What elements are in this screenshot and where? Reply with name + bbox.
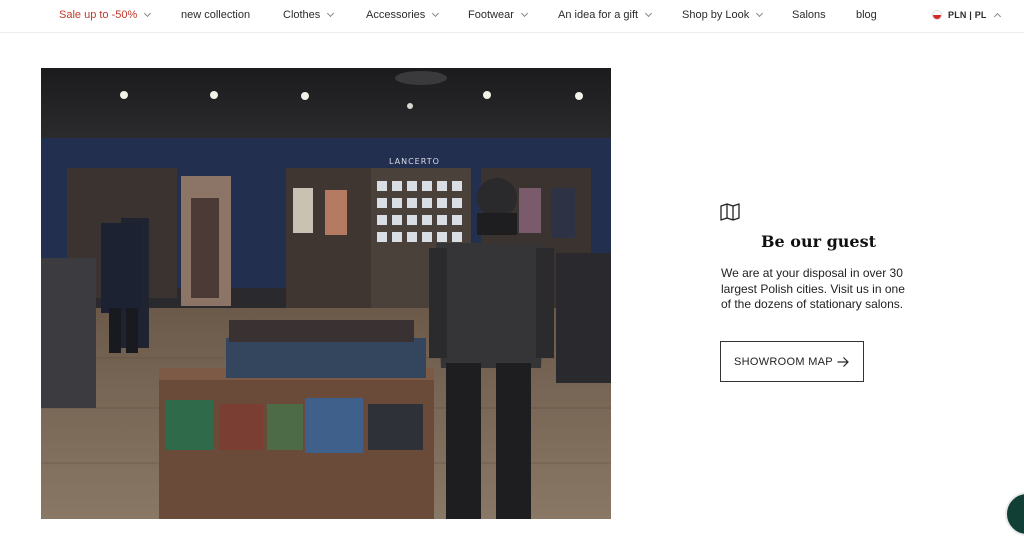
chevron-down-icon — [327, 9, 335, 18]
arrow-right-icon — [837, 357, 849, 367]
nav-item-accessories[interactable]: Accessories — [366, 9, 440, 21]
nav-item-label: Salons — [792, 9, 826, 21]
chevron-down-icon — [520, 9, 528, 18]
nav-item-label: Sale up to -50% — [59, 9, 138, 21]
nav-item-new-collection[interactable]: new collection — [181, 9, 250, 21]
section-description: We are at your disposal in over 30 large… — [721, 266, 905, 312]
nav-item-label: Shop by Look — [682, 9, 750, 21]
map-icon — [720, 203, 740, 221]
nav-item-label: Accessories — [366, 9, 426, 21]
nav-item-footwear[interactable]: Footwear — [468, 9, 528, 21]
showroom-photo: LANCERTO — [41, 68, 611, 519]
nav-item-shop-by-look[interactable]: Shop by Look — [682, 9, 764, 21]
chevron-down-icon — [645, 9, 653, 18]
chevron-up-icon — [993, 12, 1001, 21]
nav-item-label: blog — [856, 9, 877, 21]
nav-item-label: Clothes — [283, 9, 321, 21]
showroom-map-button[interactable]: SHOWROOM MAP — [720, 341, 864, 382]
nav-item-label: Footwear — [468, 9, 514, 21]
chevron-down-icon — [432, 9, 440, 18]
svg-text:LANCERTO: LANCERTO — [389, 157, 440, 166]
chat-bubble-icon[interactable] — [1005, 492, 1024, 536]
nav-item-sale[interactable]: Sale up to -50% — [59, 9, 152, 21]
section-title: Be our guest — [761, 232, 876, 251]
nav-item-salons[interactable]: Salons — [792, 9, 826, 21]
chevron-down-icon — [144, 9, 152, 18]
nav-item-label: An idea for a gift — [558, 9, 639, 21]
nav-item-clothes[interactable]: Clothes — [283, 9, 335, 21]
nav-item-blog[interactable]: blog — [856, 9, 877, 21]
poland-flag-icon — [932, 10, 942, 20]
nav-item-gift-idea[interactable]: An idea for a gift — [558, 9, 653, 21]
nav-item-label: new collection — [181, 9, 251, 21]
currency-label: PLN | PL — [948, 10, 987, 20]
currency-language-selector[interactable]: PLN | PL — [932, 10, 1001, 21]
showroom-map-button-label: SHOWROOM MAP — [734, 355, 833, 368]
main-navigation: Sale up to -50% new collection Clothes A… — [0, 0, 1024, 33]
chevron-down-icon — [756, 9, 764, 18]
